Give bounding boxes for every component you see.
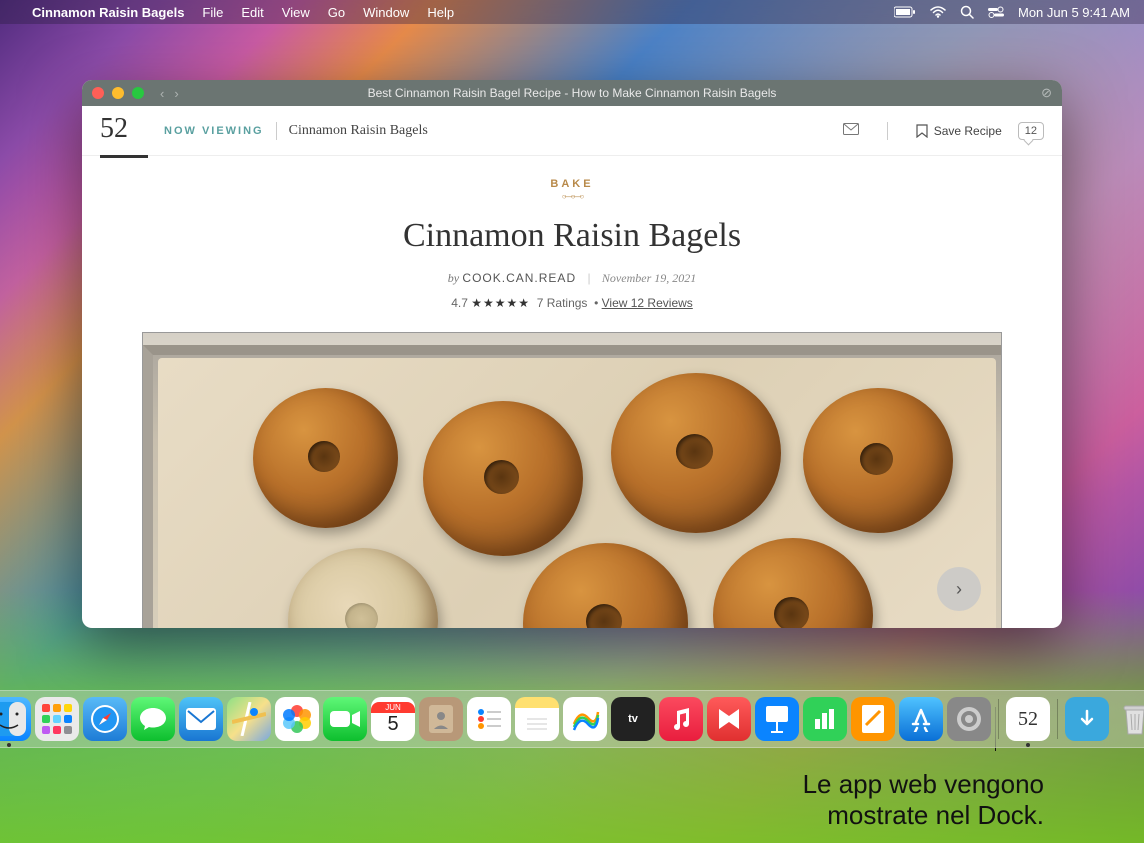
dock-separator: [1057, 699, 1058, 739]
dock: JUN 5 tv: [0, 690, 1144, 748]
wifi-icon[interactable]: [930, 6, 946, 18]
dock-mail-icon[interactable]: [179, 697, 223, 741]
window-titlebar[interactable]: ‹ › Best Cinnamon Raisin Bagel Recipe - …: [82, 80, 1062, 106]
nav-back-icon[interactable]: ‹: [160, 86, 164, 101]
window-minimize-button[interactable]: [112, 87, 124, 99]
calendar-month-label: JUN: [371, 702, 415, 713]
ratings-row: 4.7 ★★★★★ 7 Ratings • View 12 Reviews: [82, 296, 1062, 310]
dock-reminders-icon[interactable]: [467, 697, 511, 741]
brand-logo[interactable]: 52: [100, 113, 148, 158]
ornament: ○—○—○: [82, 192, 1062, 201]
menu-help[interactable]: Help: [427, 5, 454, 20]
separator: |: [587, 271, 590, 285]
dock-freeform-icon[interactable]: [563, 697, 607, 741]
rating-value: 4.7: [451, 296, 468, 310]
divider: [887, 122, 888, 140]
webapp-label: 52: [1018, 708, 1038, 731]
dock-trash-icon[interactable]: [1113, 697, 1144, 741]
bookmark-icon: [916, 124, 928, 138]
battery-icon[interactable]: [894, 6, 916, 18]
dock-launchpad-icon[interactable]: [35, 697, 79, 741]
publish-date: November 19, 2021: [602, 271, 696, 285]
dock-finder-icon[interactable]: [0, 697, 31, 741]
appletv-glyph: tv: [628, 713, 638, 725]
dock-facetime-icon[interactable]: [323, 697, 367, 741]
dock-tv-icon[interactable]: tv: [611, 697, 655, 741]
caption-line1: Le app web vengono: [803, 769, 1044, 800]
byline: by COOK.CAN.READ | November 19, 2021: [82, 271, 1062, 286]
mail-icon[interactable]: [843, 123, 859, 138]
blocked-icon: ⊘: [1041, 85, 1052, 101]
spotlight-icon[interactable]: [960, 5, 974, 19]
nav-forward-icon[interactable]: ›: [174, 86, 178, 101]
view-reviews-link[interactable]: View 12 Reviews: [602, 296, 693, 310]
calendar-day-label: 5: [387, 713, 398, 736]
dock-news-icon[interactable]: [707, 697, 751, 741]
dock-photos-icon[interactable]: [275, 697, 319, 741]
recipe-category[interactable]: BAKE: [82, 178, 1062, 190]
breadcrumb: Cinnamon Raisin Bagels: [289, 123, 428, 139]
caption-line2: mostrate nel Dock.: [803, 800, 1044, 831]
dock-downloads-icon[interactable]: [1065, 697, 1109, 741]
dock-notes-icon[interactable]: [515, 697, 559, 741]
dock-appstore-icon[interactable]: [899, 697, 943, 741]
menu-window[interactable]: Window: [363, 5, 409, 20]
dock-music-icon[interactable]: [659, 697, 703, 741]
menu-view[interactable]: View: [282, 5, 310, 20]
menu-go[interactable]: Go: [328, 5, 345, 20]
window-title: Best Cinnamon Raisin Bagel Recipe - How …: [368, 86, 777, 100]
dock-keynote-icon[interactable]: [755, 697, 799, 741]
by-label: by: [448, 271, 459, 285]
next-image-button[interactable]: ›: [937, 567, 981, 611]
recipe-content: BAKE ○—○—○ Cinnamon Raisin Bagels by COO…: [82, 156, 1062, 628]
control-center-icon[interactable]: [988, 6, 1004, 18]
comment-count-badge[interactable]: 12: [1018, 122, 1044, 140]
recipe-title: Cinnamon Raisin Bagels: [82, 217, 1062, 255]
window-fullscreen-button[interactable]: [132, 87, 144, 99]
menubar-clock[interactable]: Mon Jun 5 9:41 AM: [1018, 5, 1130, 20]
dock-settings-icon[interactable]: [947, 697, 991, 741]
dock-separator: [998, 699, 999, 739]
dock-pages-icon[interactable]: [851, 697, 895, 741]
author-link[interactable]: COOK.CAN.READ: [462, 271, 576, 285]
app-window: ‹ › Best Cinnamon Raisin Bagel Recipe - …: [82, 80, 1062, 628]
menu-edit[interactable]: Edit: [241, 5, 263, 20]
star-rating-icon: ★★★★★: [471, 296, 530, 310]
dock-numbers-icon[interactable]: [803, 697, 847, 741]
page-header: 52 NOW VIEWING Cinnamon Raisin Bagels Sa…: [82, 106, 1062, 156]
divider: [276, 122, 277, 140]
ratings-count: 7 Ratings: [537, 296, 588, 310]
dock-safari-icon[interactable]: [83, 697, 127, 741]
dock-maps-icon[interactable]: [227, 697, 271, 741]
dock-webapp-52-icon[interactable]: 52: [1006, 697, 1050, 741]
menubar: Cinnamon Raisin Bagels File Edit View Go…: [0, 0, 1144, 24]
window-close-button[interactable]: [92, 87, 104, 99]
save-recipe-label: Save Recipe: [934, 124, 1002, 138]
now-viewing-label: NOW VIEWING: [164, 125, 264, 137]
menubar-app-name[interactable]: Cinnamon Raisin Bagels: [32, 5, 184, 20]
caption-text: Le app web vengono mostrate nel Dock.: [803, 769, 1044, 831]
hero-image: ›: [142, 332, 1002, 628]
dock-contacts-icon[interactable]: [419, 697, 463, 741]
save-recipe-button[interactable]: Save Recipe: [916, 124, 1002, 138]
menu-file[interactable]: File: [202, 5, 223, 20]
dock-calendar-icon[interactable]: JUN 5: [371, 697, 415, 741]
dock-messages-icon[interactable]: [131, 697, 175, 741]
